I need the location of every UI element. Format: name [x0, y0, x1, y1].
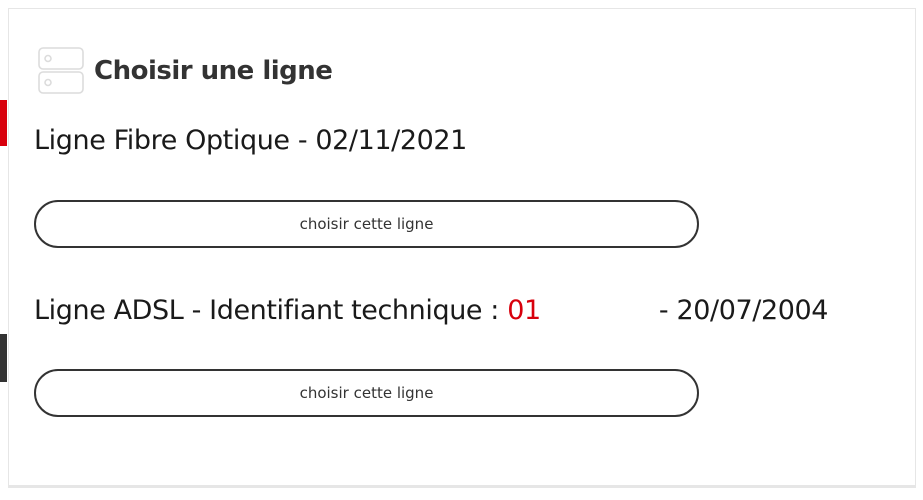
technical-id: 01 [507, 295, 541, 326]
left-edge-red-tab [0, 100, 7, 146]
line-adsl-date: - 20/07/2004 [650, 295, 829, 326]
line-adsl-prefix: Ligne ADSL - Identifiant technique : [34, 295, 508, 326]
choose-line-fibre-button[interactable]: choisir cette ligne [34, 200, 699, 248]
line-adsl-title: Ligne ADSL - Identifiant technique : 01 … [34, 295, 828, 326]
line-selection-card: Choisir une ligne Ligne Fibre Optique - … [8, 8, 916, 488]
card-header: Choisir une ligne [37, 47, 333, 95]
line-fibre-title: Ligne Fibre Optique - 02/11/2021 [34, 125, 467, 156]
left-edge-dark-tab [0, 334, 7, 382]
page: Choisir une ligne Ligne Fibre Optique - … [0, 0, 923, 500]
server-rack-icon [38, 47, 84, 94]
panel-title: Choisir une ligne [94, 56, 333, 86]
choose-line-adsl-button[interactable]: choisir cette ligne [34, 369, 699, 417]
redacted-region [541, 318, 651, 319]
